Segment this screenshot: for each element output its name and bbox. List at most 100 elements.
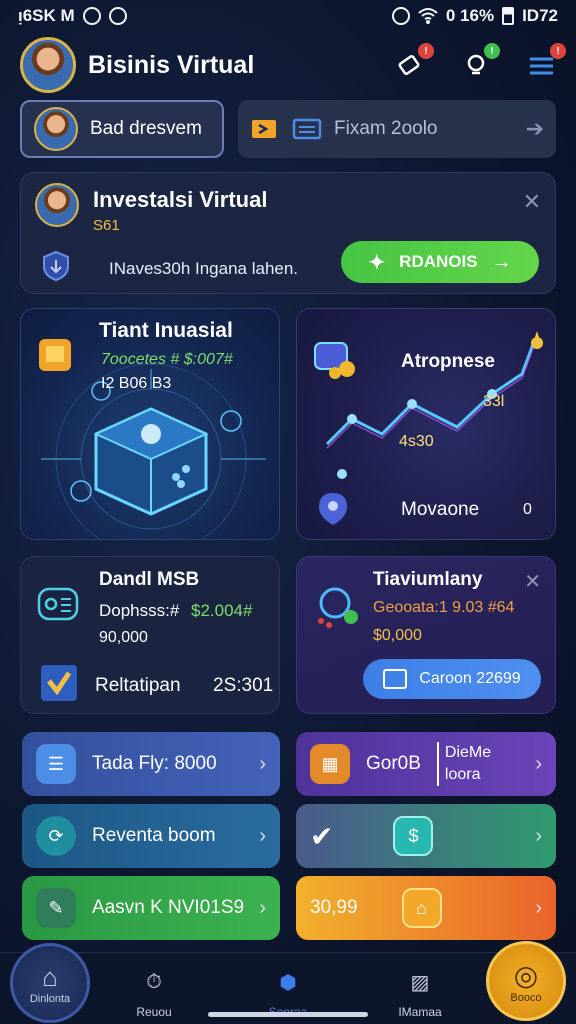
trend-title: Atropnese <box>401 351 495 372</box>
close-icon[interactable]: ✕ <box>524 569 541 594</box>
chevron-right-icon: › <box>259 896 266 919</box>
nav-home-label: Dinlonta <box>29 992 71 1005</box>
tag-button[interactable]: ! <box>392 43 434 83</box>
list-item-label: Tada Fly: 8000 <box>92 753 217 774</box>
nav-item-2[interactable]: ⏱ Reuou <box>114 961 194 1020</box>
industrial-line2: I2 B06 B3 <box>101 375 172 392</box>
profile-avatar <box>34 107 78 151</box>
bulb-button[interactable]: ! <box>458 43 500 83</box>
battery-percent: 0 16% <box>445 6 495 25</box>
search-pill[interactable]: Fixam 2oolo ➔ <box>238 100 556 158</box>
home-icon: ⌂ <box>42 961 58 992</box>
chevron-right-icon: › <box>259 752 266 775</box>
alarm-icon <box>391 7 410 25</box>
list-item-tada[interactable]: ☰ Tada Fly: 8000 › <box>22 732 280 796</box>
gallery-icon: ▦ <box>310 744 350 784</box>
list-item-extra1: DieMe <box>444 744 492 761</box>
industrial-line1: 7oocetes # $:007# <box>101 351 233 368</box>
shopping-bag-icon: ⌂ <box>401 888 442 928</box>
home-indicator[interactable] <box>208 1012 368 1017</box>
battery-icon <box>502 7 515 25</box>
invest-button-label: RDANOIS <box>399 252 478 271</box>
profile-pill[interactable]: Bad dresvem <box>20 100 224 158</box>
tiavium-line2: $0,000 <box>373 627 422 644</box>
dandl-footer-label: Reltatipan <box>95 675 181 696</box>
arrow-right-icon: ➔ <box>525 116 544 141</box>
dandl-tile[interactable]: Dandl MSB Dophsss:# $2.004# 90,000 Relta… <box>20 556 280 714</box>
dandl-title: Dandl MSB <box>99 569 200 590</box>
dandl-amount: $2.004# <box>191 601 253 620</box>
search-label: Fixam 2oolo <box>334 118 438 139</box>
target-icon: ◎ <box>513 959 539 991</box>
chevron-right-icon: › <box>535 824 542 847</box>
list-item-label: Aasvn K NVI01S9 <box>92 897 245 918</box>
list-item-extra2: loora <box>444 766 481 783</box>
list-item-3099[interactable]: 30,99 ⌂ › <box>296 876 556 940</box>
list-item-reventa[interactable]: ⟳ Reventa boom › <box>22 804 280 868</box>
chevron-right-icon: › <box>259 824 266 847</box>
trend-tile[interactable]: Atropnese 33l 4s30 Movaone 0 <box>296 308 556 540</box>
status-badge: ! <box>484 43 500 59</box>
dandl-line2: 90,000 <box>99 629 148 646</box>
invest-avatar <box>35 183 79 227</box>
sync-icon <box>108 7 127 25</box>
trend-point-a: 33l <box>483 393 505 410</box>
wallet-icon <box>37 587 79 621</box>
dandl-footer-value: 2S:301 <box>213 675 274 696</box>
avatar[interactable] <box>20 37 76 93</box>
chart-icon: ▨ <box>410 971 430 994</box>
check-icon: ✔ <box>310 820 334 852</box>
tiavium-line1: Geooata:1 9.03 #64 <box>373 599 515 616</box>
edit-icon: ✎ <box>36 888 76 928</box>
profile-label: Bad dresvem <box>90 118 202 139</box>
location-icon: ⬢ <box>279 971 297 994</box>
app-title: Bisinis Virtual <box>88 50 255 79</box>
timer-icon: ⏱ <box>146 970 162 993</box>
folder-icon <box>252 120 276 138</box>
fab-label: Booco <box>510 991 542 1004</box>
industrial-title: Tiant Inuasial <box>99 319 233 342</box>
list-item-label: Gor0B <box>366 753 421 774</box>
cube-icon <box>93 407 209 516</box>
nav-item-2-label: Reuou <box>136 1005 172 1019</box>
wifi-icon <box>418 8 438 24</box>
planet-icon <box>318 587 358 628</box>
document-icon <box>39 339 71 371</box>
tiavium-button-label: Caroon 22699 <box>419 670 521 687</box>
trend-point-b: 4s30 <box>399 433 434 450</box>
chevron-right-icon: › <box>535 752 542 775</box>
close-icon[interactable]: ✕ <box>523 189 541 215</box>
trend-footer: Movaone <box>401 499 480 520</box>
list-item-label: Reventa boom <box>92 825 216 846</box>
nav-item-4[interactable]: ▨ IMamaa <box>380 961 460 1020</box>
dollar-icon: $ <box>393 816 434 856</box>
list-item-gor0b[interactable]: ▦ Gor0B DieMe loora › <box>296 732 556 796</box>
list-item-label: 30,99 <box>310 897 358 918</box>
notification-badge: ! <box>418 43 434 59</box>
calendar-icon <box>292 118 322 140</box>
invest-subtitle: S61 <box>93 217 120 234</box>
notification-icon <box>82 7 101 25</box>
status-carrier: ᴉ6SK M <box>18 6 75 25</box>
menu-badge: ! <box>550 43 566 59</box>
list-item-check[interactable]: ✔ $ › <box>296 804 556 868</box>
invest-description: INaves30h Ingana lahen. <box>109 259 299 278</box>
tiavium-tile[interactable]: Tiaviumlany Geooata:1 9.03 #64 $0,000 ✕ … <box>296 556 556 714</box>
menu-button[interactable]: ! <box>524 43 566 83</box>
status-bar: ᴉ6SK M 0 16% ID72 <box>0 0 576 32</box>
checkmark-icon <box>41 665 77 701</box>
location-pin-icon <box>319 493 347 525</box>
trend-footer-count: 0 <box>523 501 532 518</box>
list-item-aasvn[interactable]: ✎ Aasvn K NVI01S9 › <box>22 876 280 940</box>
coins-icon <box>314 342 355 379</box>
tiavium-button[interactable]: Caroon 22699 <box>363 659 541 699</box>
leaf-icon: ✦ <box>368 251 386 274</box>
nav-item-4-label: IMamaa <box>398 1005 442 1019</box>
fab-button[interactable]: ◎ Booco <box>486 941 566 1021</box>
arrow-right-icon: → <box>491 250 512 273</box>
nav-home[interactable]: ⌂ Dinlonta <box>10 943 90 1023</box>
image-icon <box>383 669 408 689</box>
invest-button[interactable]: ✦ RDANOIS → <box>341 241 539 283</box>
nav-item-3[interactable]: ⬢ Seoraa <box>248 961 328 1020</box>
industrial-tile[interactable]: Tiant Inuasial 7oocetes # $:007# I2 B06 … <box>20 308 280 540</box>
